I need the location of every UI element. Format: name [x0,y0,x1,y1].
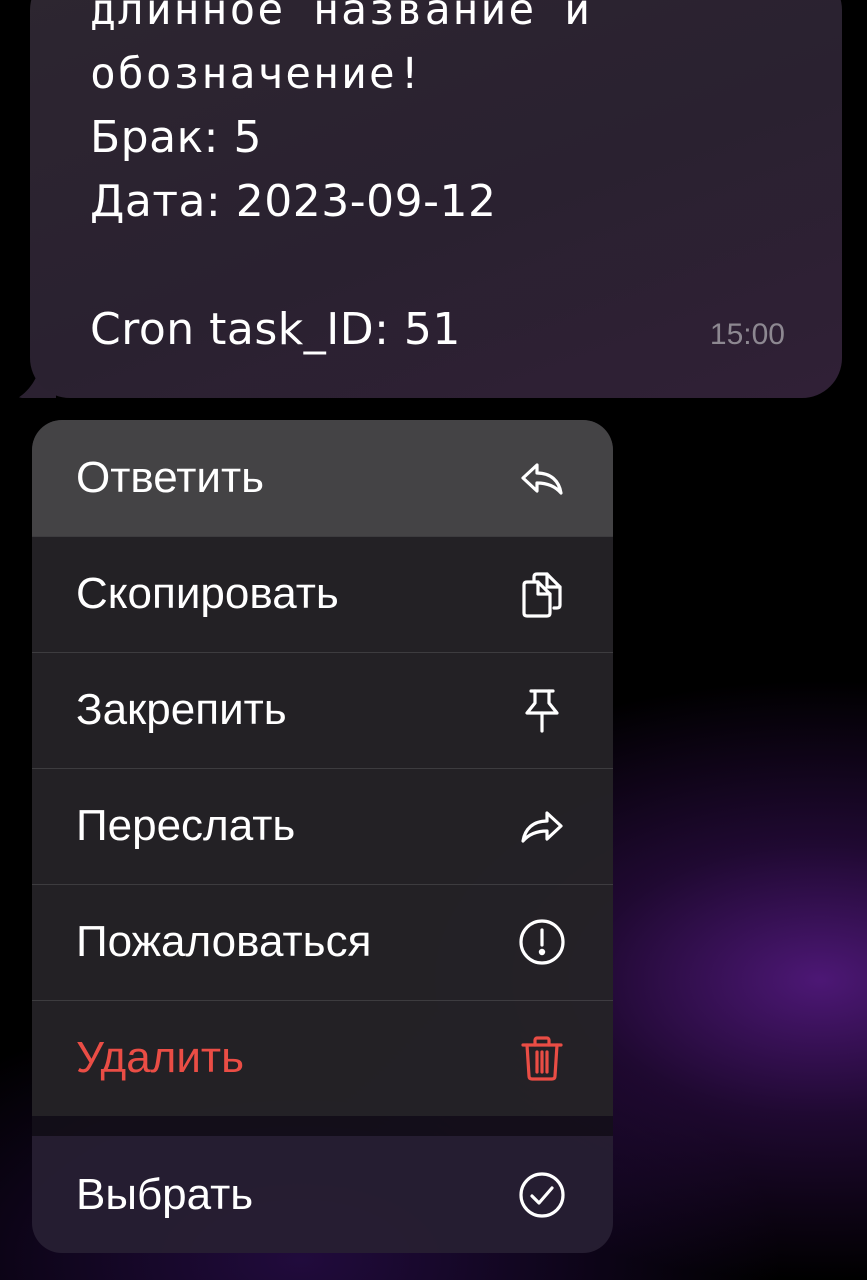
menu-item-delete[interactable]: Удалить [32,1000,613,1116]
menu-item-label: Скопировать [76,569,339,618]
context-menu-actions: Ответить Скопировать Закрепить Переслать… [32,420,613,1116]
menu-item-label: Удалить [76,1033,244,1082]
message-line: обозначение! [90,49,425,99]
menu-separator [32,1116,613,1136]
context-menu: Ответить Скопировать Закрепить Переслать… [32,420,613,1253]
menu-item-copy[interactable]: Скопировать [32,536,613,652]
message-date-line: Дата: 2023-09-12 [90,176,497,227]
menu-item-label: Ответить [76,453,265,502]
menu-item-select[interactable]: Выбрать [32,1136,613,1253]
trash-icon [517,1033,567,1083]
menu-item-label: Пожаловаться [76,917,372,966]
pin-icon [517,685,567,735]
message-text: длинное название и обозначение! Брак: 5 … [90,0,592,362]
menu-item-label: Переслать [76,801,296,850]
reply-icon [517,453,567,503]
menu-item-label: Закрепить [76,685,287,734]
menu-item-report[interactable]: Пожаловаться [32,884,613,1000]
copy-icon [517,569,567,619]
message-bubble[interactable]: длинное название и обозначение! Брак: 5 … [30,0,842,398]
message-defect-line: Брак: 5 [90,112,262,163]
context-menu-select-group: Выбрать [32,1136,613,1253]
checkmark-circle-icon [517,1170,567,1220]
forward-icon [517,801,567,851]
message-cron-line: Cron task_ID: 51 [90,304,461,355]
report-icon [517,917,567,967]
menu-item-pin[interactable]: Закрепить [32,652,613,768]
menu-item-forward[interactable]: Переслать [32,768,613,884]
menu-item-label: Выбрать [76,1169,254,1219]
menu-item-reply[interactable]: Ответить [32,420,613,536]
message-timestamp: 15:00 [709,318,785,351]
message-line: длинное название и [90,0,592,35]
